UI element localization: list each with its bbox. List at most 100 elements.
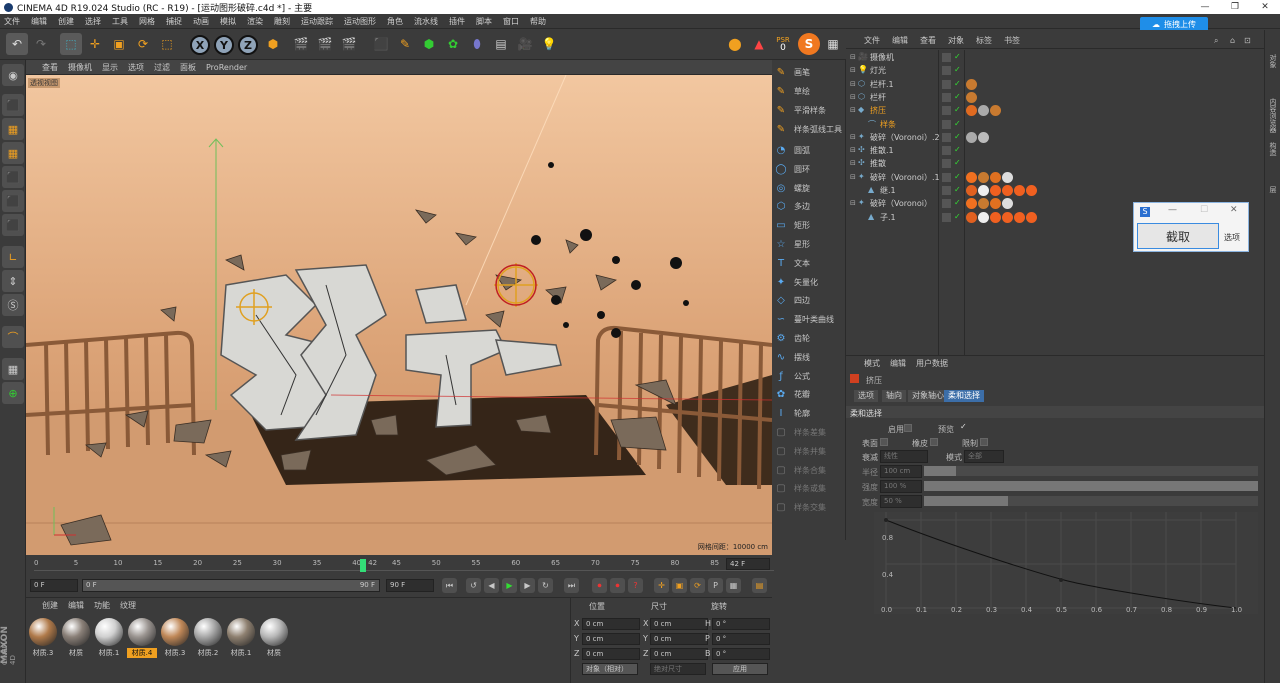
material-tag-icon[interactable] (978, 211, 989, 223)
spline-tool-22[interactable]: ▢ 样条或集 (774, 480, 846, 497)
viewport-menu-item[interactable]: 面板 (180, 62, 196, 73)
material-tag-icon[interactable] (1002, 185, 1013, 196)
surface-checkbox[interactable] (880, 438, 888, 446)
check-icon[interactable]: ✓ (954, 172, 961, 181)
range-slider[interactable]: 0 F 90 F (82, 579, 380, 592)
apply-button[interactable]: 应用 (712, 663, 768, 675)
record-button[interactable]: ⏺ (592, 578, 607, 593)
visibility-toggle[interactable] (942, 66, 951, 76)
spline-tool-2[interactable]: ✎ 平滑样条 (774, 102, 846, 119)
preview-check[interactable]: ✓ (960, 422, 967, 431)
spline-tool-6[interactable]: ◎ 螺旋 (774, 180, 846, 197)
pla-key-icon[interactable]: ▦ (726, 578, 741, 593)
spline-tool-16[interactable]: ƒ 公式 (774, 368, 846, 385)
visibility-toggle[interactable] (942, 159, 951, 169)
object-menu-item[interactable]: 查看 (920, 35, 936, 46)
menu-item[interactable]: 创建 (58, 16, 74, 27)
minimize-button[interactable]: — (1190, 0, 1220, 14)
make-editable-icon[interactable]: ◉ (2, 64, 24, 86)
x-axis-toggle[interactable]: X (190, 35, 210, 55)
spline-tool-23[interactable]: ▢ 样条交集 (774, 499, 846, 516)
attribute-menu-item[interactable]: 编辑 (890, 358, 906, 369)
position-field[interactable]: 0 cm (582, 633, 640, 645)
expand-icon[interactable]: ⊟ (850, 80, 856, 88)
attribute-tab[interactable]: 轴向 (882, 390, 906, 402)
viewport-menu-item[interactable]: 过滤 (154, 62, 170, 73)
timeline-ruler[interactable]: 05101520253035404245505560657075808590 (34, 557, 774, 572)
recent-tool-icon[interactable]: ⬚ (156, 33, 178, 55)
rotation-field[interactable]: 0 ° (712, 618, 770, 630)
object-row[interactable]: ⊟ 💡 灯光 ✓ (848, 64, 1264, 77)
expand-icon[interactable]: ⊟ (850, 133, 856, 141)
material-menu-item[interactable]: 纹理 (120, 600, 136, 611)
material-menu-item[interactable]: 功能 (94, 600, 110, 611)
spline-tool-7[interactable]: ⬡ 多边 (774, 198, 846, 215)
next-frame-button[interactable]: ▶ (520, 578, 535, 593)
material-tag-icon[interactable] (978, 198, 989, 210)
menu-item[interactable]: 工具 (112, 16, 128, 27)
menu-item[interactable]: 脚本 (476, 16, 492, 27)
falloff-select[interactable]: 线性 (880, 450, 928, 463)
viewport-menu-item[interactable]: 选项 (128, 62, 144, 73)
visibility-toggle[interactable] (942, 92, 951, 102)
falloff-graph[interactable] (874, 512, 1258, 614)
menu-item[interactable]: 运动图形 (344, 16, 376, 27)
object-menu-item[interactable]: 编辑 (892, 35, 908, 46)
object-row[interactable]: ▲ 子.1 ✓ (848, 211, 1264, 224)
limit-checkbox[interactable] (980, 438, 988, 446)
render-view-icon[interactable]: 🎬 (290, 33, 312, 55)
check-icon[interactable]: ✓ (954, 145, 961, 154)
visibility-toggle[interactable] (942, 132, 951, 142)
timeline-menu-icon[interactable]: ▤ (752, 578, 767, 593)
spline-tool-14[interactable]: ⚙ 齿轮 (774, 330, 846, 347)
material-tag-icon[interactable] (1026, 211, 1037, 223)
layout-icon[interactable]: ▦ (822, 33, 844, 55)
move-key-icon[interactable]: ✛ (654, 578, 669, 593)
material-tag-icon[interactable] (966, 131, 977, 143)
search-icon[interactable]: ⌕ (1214, 36, 1218, 46)
check-icon[interactable]: ✓ (954, 65, 961, 74)
size-mode-select[interactable]: 绝对尺寸 (650, 663, 706, 675)
goto-start-button[interactable]: ⏮ (442, 578, 457, 593)
material-tag-icon[interactable] (978, 171, 989, 183)
viewport-menu-item[interactable]: 摄像机 (68, 62, 92, 73)
workplane-icon[interactable]: ▲ (748, 33, 770, 55)
expand-icon[interactable]: ⊟ (850, 199, 856, 207)
pen-icon[interactable]: ✎ (394, 33, 416, 55)
expand-icon[interactable]: ⊟ (850, 106, 856, 114)
magnet-icon[interactable]: ⌒ (2, 326, 24, 348)
material-tag-icon[interactable] (1014, 211, 1025, 223)
material-swatch[interactable]: 材质 (259, 618, 289, 658)
mode-select[interactable]: 全部 (964, 450, 1004, 463)
menu-item[interactable]: 运动跟踪 (301, 16, 333, 27)
viewport[interactable]: 透视视图 网格间距：10000 cm (26, 75, 772, 555)
material-tag-icon[interactable] (1002, 211, 1013, 223)
check-icon[interactable]: ✓ (954, 132, 961, 141)
object-row[interactable]: ⊟ ◆ 挤压 ✓ (848, 104, 1264, 117)
expand-icon[interactable]: ⊟ (850, 146, 856, 154)
render-settings-icon[interactable]: 🎬 (338, 33, 360, 55)
attribute-tab[interactable]: 柔和选择 (944, 390, 984, 402)
side-tab[interactable]: 层 (1268, 186, 1278, 193)
autokey-button[interactable]: ⏺ (610, 578, 625, 593)
side-tab[interactable]: 内容浏览器 (1268, 98, 1278, 133)
material-swatch[interactable]: 材质.1 (226, 618, 256, 658)
end-frame-field[interactable]: 90 F (386, 579, 434, 592)
playhead[interactable] (360, 559, 367, 572)
size-field[interactable]: 0 cm (650, 648, 708, 660)
rotation-field[interactable]: 0 ° (712, 648, 770, 660)
spline-tool-20[interactable]: ▢ 样条并集 (774, 443, 846, 460)
check-icon[interactable]: ✓ (954, 52, 961, 61)
expand-icon[interactable]: ⊟ (850, 93, 856, 101)
spline-tool-21[interactable]: ▢ 样条合集 (774, 462, 846, 479)
radius-slider[interactable] (924, 466, 1258, 476)
rotation-field[interactable]: 0 ° (712, 633, 770, 645)
snap-icon[interactable]: ⬤ (724, 33, 746, 55)
size-field[interactable]: 0 cm (650, 618, 708, 630)
material-tag-icon[interactable] (990, 211, 1001, 223)
object-row[interactable]: ⊟ ✦ 破碎（Voronoi）.2 ✓ (848, 131, 1264, 144)
material-tag-icon[interactable] (990, 198, 1001, 210)
material-tag-icon[interactable] (990, 171, 1001, 183)
material-swatch[interactable]: 材质.3 (160, 618, 190, 658)
expand-icon[interactable]: ⊟ (850, 159, 856, 167)
